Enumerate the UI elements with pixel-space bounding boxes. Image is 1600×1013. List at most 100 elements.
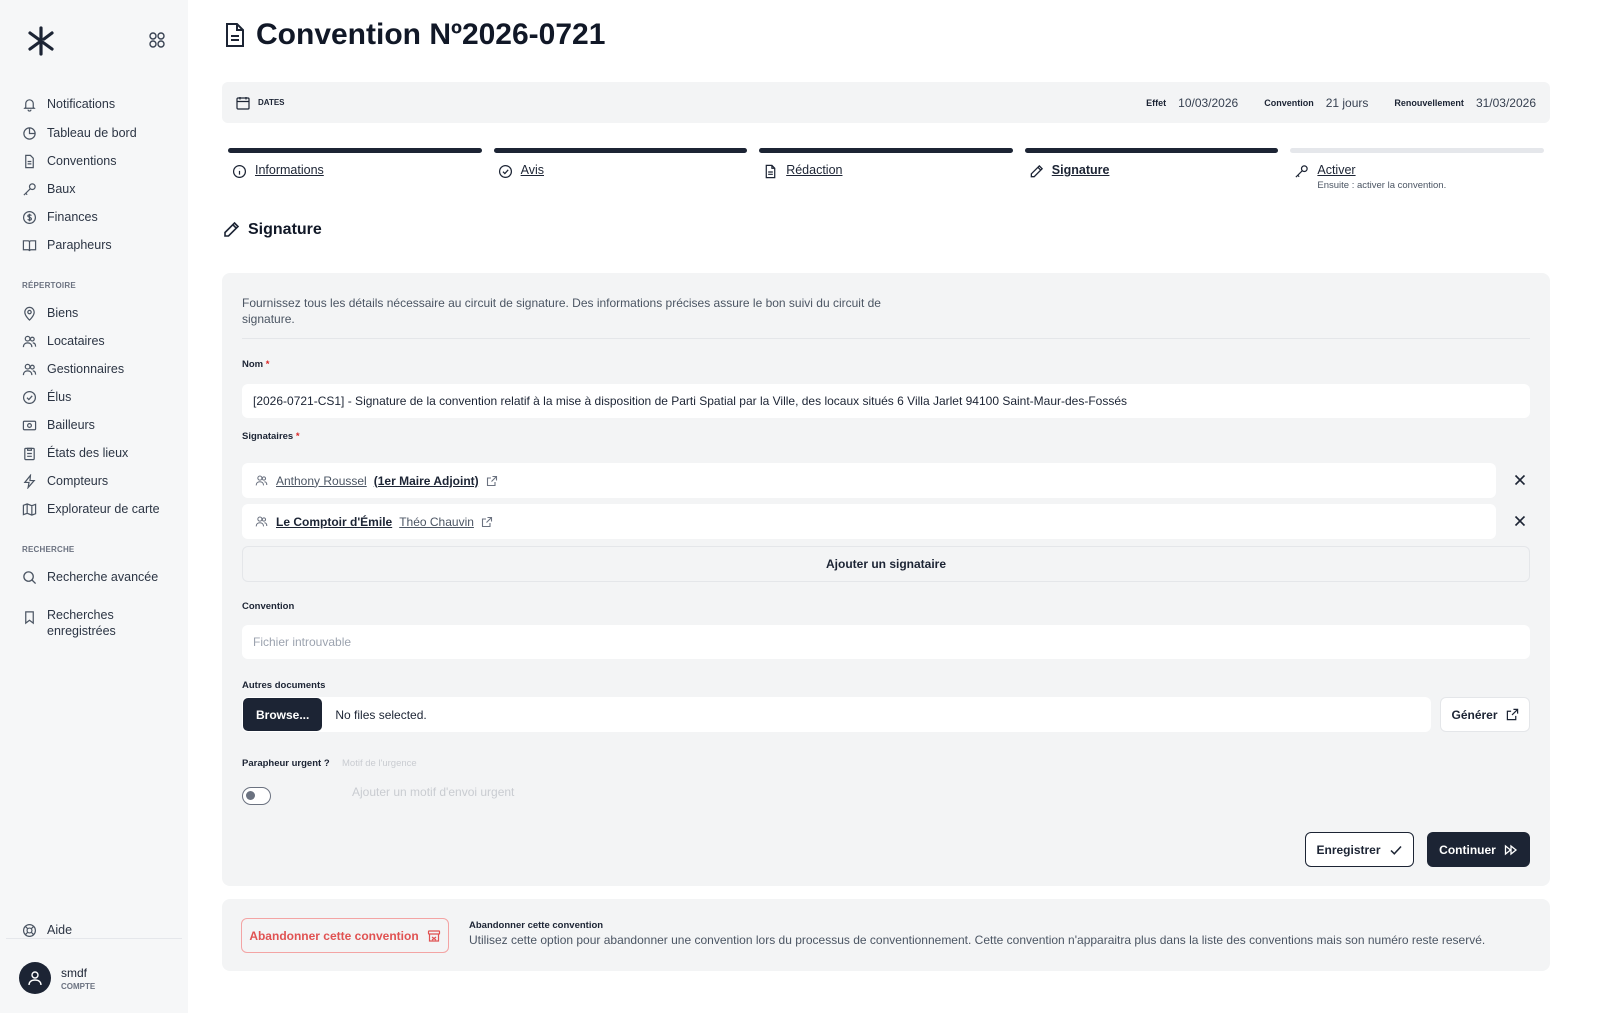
nav-label: Recherches enregistrées bbox=[47, 608, 116, 638]
step-progress-bar bbox=[1024, 148, 1279, 153]
nav-parapheurs[interactable]: Parapheurs bbox=[22, 235, 112, 255]
step-progress-bar bbox=[493, 148, 748, 153]
page-title: Convention Nº2026-0721 bbox=[256, 18, 606, 51]
abandon-section: Abandonner cette convention Abandonner c… bbox=[222, 899, 1550, 971]
document-icon bbox=[25, 154, 34, 168]
users-icon bbox=[22, 363, 37, 375]
remove-signer-button[interactable] bbox=[1510, 470, 1530, 490]
nav-recherches-enregistrees[interactable]: Recherches enregistrées bbox=[22, 607, 147, 643]
remove-signer-button[interactable] bbox=[1510, 511, 1530, 531]
fast-forward-icon bbox=[1504, 844, 1517, 855]
document-icon bbox=[226, 23, 244, 47]
step-label[interactable]: Activer bbox=[1317, 163, 1446, 177]
step-redaction[interactable]: Rédaction bbox=[759, 148, 1013, 191]
step-informations[interactable]: Informations bbox=[228, 148, 482, 191]
stepper: Informations Avis Rédaction Signature Ac… bbox=[228, 148, 1544, 191]
nav-bailleurs[interactable]: Bailleurs bbox=[22, 415, 95, 435]
nav-label: Compteurs bbox=[47, 474, 109, 488]
external-link-icon[interactable] bbox=[486, 475, 498, 487]
dates-bar: DATES Effet 10/03/2026 Convention 21 jou… bbox=[222, 82, 1550, 123]
effet-label: Effet bbox=[1146, 97, 1167, 108]
signataires-label-text: Signataires bbox=[242, 431, 294, 442]
users-icon bbox=[255, 475, 268, 486]
nav-label: Notifications bbox=[47, 97, 116, 111]
app-logo[interactable] bbox=[24, 24, 58, 58]
nav-etats-des-lieux[interactable]: États des lieux bbox=[22, 443, 128, 463]
users-icon bbox=[22, 335, 37, 347]
generate-label: Générer bbox=[1451, 707, 1498, 722]
step-activer[interactable]: Activer Ensuite : activer la convention. bbox=[1290, 148, 1544, 191]
external-link-icon[interactable] bbox=[481, 516, 493, 528]
step-signature[interactable]: Signature bbox=[1024, 148, 1279, 191]
apps-grid-icon[interactable] bbox=[148, 31, 166, 49]
pen-icon bbox=[224, 221, 240, 237]
nav-label: Conventions bbox=[47, 154, 117, 168]
nav-compteurs[interactable]: Compteurs bbox=[22, 471, 108, 491]
map-pin-icon bbox=[24, 306, 35, 321]
check-icon bbox=[1389, 845, 1402, 855]
abandon-description: Utilisez cette option pour abandonner un… bbox=[469, 933, 1486, 947]
dollar-icon bbox=[22, 210, 37, 224]
nav-finances[interactable]: Finances bbox=[22, 207, 98, 227]
generate-button[interactable]: Générer bbox=[1440, 697, 1530, 732]
pen-icon bbox=[1030, 164, 1043, 178]
nav-aide[interactable]: Aide bbox=[22, 920, 72, 940]
section-recherche: RECHERCHE bbox=[22, 545, 75, 554]
file-input[interactable]: Browse... No files selected. bbox=[242, 697, 1431, 732]
nav-baux[interactable]: Baux bbox=[22, 179, 76, 199]
step-progress-bar bbox=[759, 148, 1013, 153]
urgent-toggle[interactable] bbox=[242, 787, 271, 805]
map-icon bbox=[22, 502, 37, 516]
nav-gestionnaires[interactable]: Gestionnaires bbox=[22, 359, 124, 379]
nav-label: Baux bbox=[47, 182, 76, 196]
nav-locataires[interactable]: Locataires bbox=[22, 331, 105, 351]
users-icon bbox=[255, 516, 268, 527]
dashboard-icon bbox=[23, 126, 36, 140]
step-label[interactable]: Rédaction bbox=[786, 163, 842, 177]
renouvellement-label: Renouvellement bbox=[1394, 97, 1464, 108]
form-description: Fournissez tous les détails nécessaire a… bbox=[242, 296, 881, 326]
book-icon bbox=[22, 239, 37, 251]
step-label[interactable]: Avis bbox=[521, 163, 544, 177]
key-icon bbox=[1295, 165, 1309, 178]
signer-name-link[interactable]: Théo Chauvin bbox=[399, 515, 474, 529]
nav-recherche-avancee[interactable]: Recherche avancée bbox=[22, 567, 158, 587]
external-link-icon bbox=[1506, 708, 1518, 721]
signer-name-link[interactable]: Anthony Roussel bbox=[276, 474, 367, 488]
bell-icon bbox=[23, 98, 36, 112]
section-repertoire: RÉPERTOIRE bbox=[22, 281, 76, 290]
step-avis[interactable]: Avis bbox=[493, 148, 748, 191]
abandon-button[interactable]: Abandonner cette convention bbox=[241, 918, 449, 953]
nav-label: Tableau de bord bbox=[47, 126, 137, 140]
nav-explorateur-de-carte[interactable]: Explorateur de carte bbox=[22, 499, 160, 519]
signer-org-link[interactable]: Le Comptoir d'Émile bbox=[276, 515, 392, 529]
step-progress-bar bbox=[228, 148, 482, 153]
browse-button[interactable]: Browse... bbox=[243, 698, 323, 731]
motif-input[interactable]: Ajouter un motif d'envoi urgent bbox=[352, 785, 514, 799]
archive-icon bbox=[427, 929, 440, 942]
step-label[interactable]: Informations bbox=[255, 163, 324, 177]
convention-duration-label: Convention bbox=[1264, 97, 1314, 108]
nav-notifications[interactable]: Notifications bbox=[22, 94, 115, 114]
nav-conventions[interactable]: Conventions bbox=[22, 151, 117, 171]
continue-button[interactable]: Continuer bbox=[1427, 832, 1530, 867]
step-sublabel: Ensuite : activer la convention. bbox=[1317, 180, 1447, 191]
bolt-icon bbox=[23, 473, 36, 489]
step-label[interactable]: Signature bbox=[1052, 163, 1110, 177]
nom-label-text: Nom bbox=[242, 359, 264, 370]
user-account[interactable]: smdf COMPTE bbox=[19, 962, 95, 994]
nav-label: Explorateur de carte bbox=[47, 502, 160, 516]
nom-input[interactable]: [2026-0721-CS1] - Signature de la conven… bbox=[242, 384, 1530, 418]
nav-label: Finances bbox=[47, 210, 98, 224]
nav-tableau-de-bord[interactable]: Tableau de bord bbox=[22, 123, 137, 143]
autres-documents-label: Autres documents bbox=[242, 680, 326, 691]
convention-file-field[interactable]: Fichier introuvable bbox=[242, 625, 1530, 659]
save-button[interactable]: Enregistrer bbox=[1305, 832, 1414, 867]
nav-biens[interactable]: Biens bbox=[22, 303, 78, 323]
search-icon bbox=[23, 570, 37, 584]
nav-elus[interactable]: Élus bbox=[22, 387, 71, 407]
abandon-title: Abandonner cette convention bbox=[469, 920, 604, 931]
nav-label: Aide bbox=[47, 923, 73, 937]
signer-role-link[interactable]: (1er Maire Adjoint) bbox=[374, 474, 479, 488]
add-signer-button[interactable]: Ajouter un signataire bbox=[242, 546, 1530, 582]
